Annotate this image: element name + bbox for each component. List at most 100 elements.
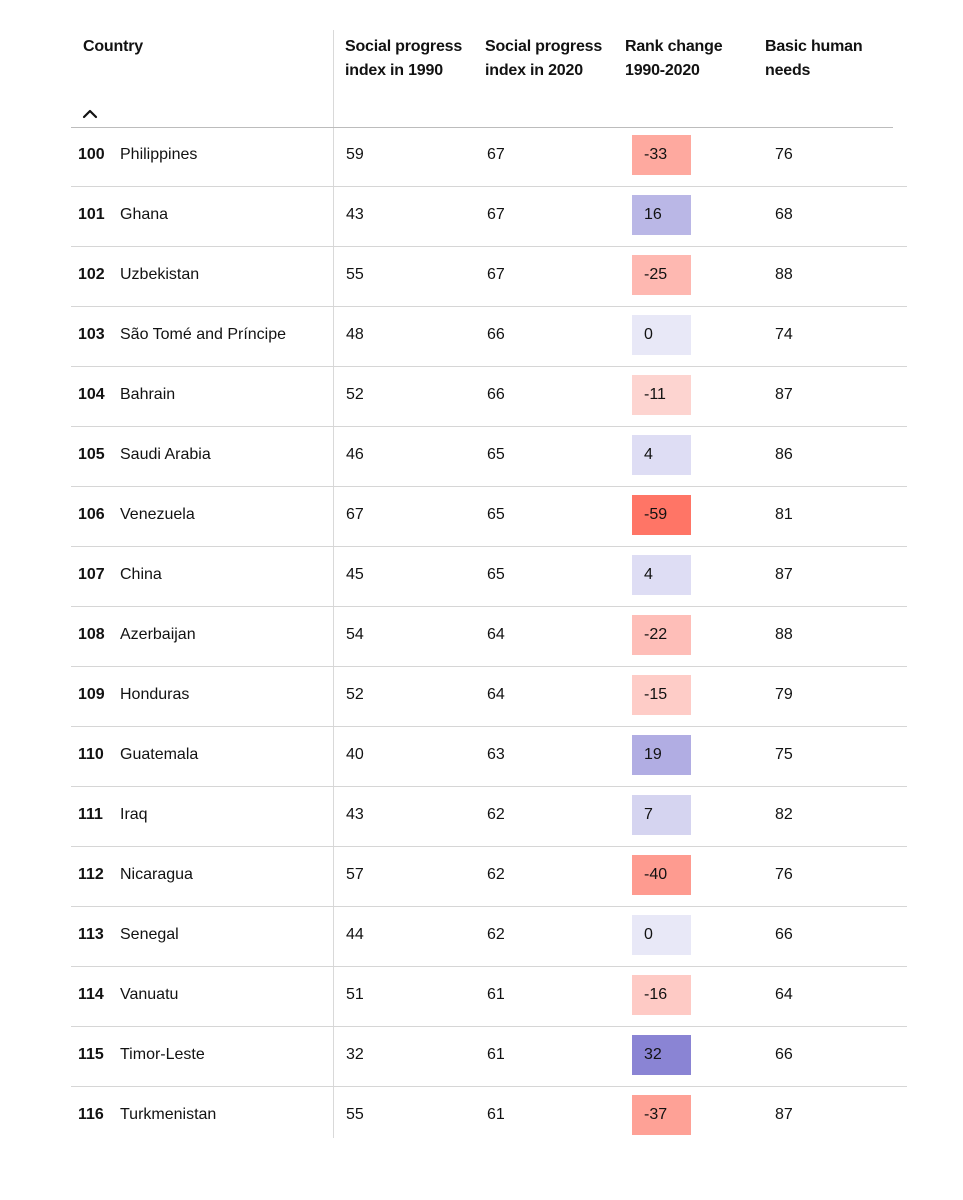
rank-cell: 104 xyxy=(78,386,105,403)
spi-1990-cell: 45 xyxy=(346,566,364,583)
country-cell: Bahrain xyxy=(120,386,176,403)
country-cell: Iraq xyxy=(120,806,148,823)
basic-needs-cell: 88 xyxy=(775,266,793,283)
table-row: 102 Uzbekistan 55 67 88 -25 xyxy=(71,247,907,307)
spi-2020-cell: 67 xyxy=(487,146,505,163)
spi-1990-cell: 43 xyxy=(346,206,364,223)
spi-2020-cell: 65 xyxy=(487,566,505,583)
basic-needs-cell: 88 xyxy=(775,626,793,643)
spi-1990-cell: 48 xyxy=(346,326,364,343)
spi-1990-cell: 55 xyxy=(346,1106,364,1123)
spi-1990-cell: 55 xyxy=(346,266,364,283)
table-row: 103 São Tomé and Príncipe 48 66 74 0 xyxy=(71,307,907,367)
header-rank-change[interactable]: Rank change 1990-2020 xyxy=(625,35,755,83)
spi-1990-cell: 40 xyxy=(346,746,364,763)
basic-needs-cell: 82 xyxy=(775,806,793,823)
country-cell: Philippines xyxy=(120,146,198,163)
rank-cell: 114 xyxy=(78,986,104,1003)
spi-1990-cell: 43 xyxy=(346,806,364,823)
spi-2020-cell: 62 xyxy=(487,806,505,823)
table-row: 109 Honduras 52 64 79 -15 xyxy=(71,667,907,727)
table-row: 104 Bahrain 52 66 87 -11 xyxy=(71,367,907,427)
table-row: 111 Iraq 43 62 82 7 xyxy=(71,787,907,847)
rank-cell: 107 xyxy=(78,566,105,583)
rank-cell: 111 xyxy=(78,806,103,823)
basic-needs-cell: 86 xyxy=(775,446,793,463)
spi-2020-cell: 65 xyxy=(487,446,505,463)
basic-needs-cell: 87 xyxy=(775,386,793,403)
rank-cell: 113 xyxy=(78,926,104,943)
rank-change-cell: -15 xyxy=(632,675,691,715)
country-cell: Timor-Leste xyxy=(120,1046,205,1063)
table-row: 114 Vanuatu 51 61 64 -16 xyxy=(71,967,907,1027)
spi-2020-cell: 67 xyxy=(487,206,505,223)
basic-needs-cell: 66 xyxy=(775,926,793,943)
rank-change-cell: 19 xyxy=(632,735,691,775)
rank-cell: 112 xyxy=(78,866,104,883)
country-cell: Senegal xyxy=(120,926,179,943)
rank-cell: 105 xyxy=(78,446,105,463)
spi-1990-cell: 52 xyxy=(346,386,364,403)
rank-cell: 106 xyxy=(78,506,105,523)
header-country[interactable]: Country xyxy=(83,35,143,59)
country-cell: Guatemala xyxy=(120,746,199,763)
basic-needs-cell: 79 xyxy=(775,686,793,703)
basic-needs-cell: 75 xyxy=(775,746,793,763)
spi-2020-cell: 63 xyxy=(487,746,505,763)
rank-change-cell: 4 xyxy=(632,555,691,595)
country-cell: Honduras xyxy=(120,686,190,703)
spi-1990-cell: 46 xyxy=(346,446,364,463)
table-row: 112 Nicaragua 57 62 76 -40 xyxy=(71,847,907,907)
rank-cell: 100 xyxy=(78,146,105,163)
table-row: 108 Azerbaijan 54 64 88 -22 xyxy=(71,607,907,667)
rank-change-cell: -40 xyxy=(632,855,691,895)
spi-2020-cell: 61 xyxy=(487,986,505,1003)
basic-needs-cell: 74 xyxy=(775,326,793,343)
rank-cell: 102 xyxy=(78,266,105,283)
spi-1990-cell: 51 xyxy=(346,986,364,1003)
rank-cell: 109 xyxy=(78,686,105,703)
country-cell: São Tomé and Príncipe xyxy=(120,326,287,343)
rank-change-cell: 0 xyxy=(632,315,691,355)
spi-2020-cell: 66 xyxy=(487,386,505,403)
rank-change-cell: 7 xyxy=(632,795,691,835)
spi-1990-cell: 57 xyxy=(346,866,364,883)
rank-change-cell: -25 xyxy=(632,255,691,295)
spi-2020-cell: 61 xyxy=(487,1046,505,1063)
country-cell: China xyxy=(120,566,162,583)
spi-2020-cell: 65 xyxy=(487,506,505,523)
rank-change-cell: 16 xyxy=(632,195,691,235)
basic-needs-cell: 87 xyxy=(775,1106,793,1123)
table-body: 100 Philippines 59 67 76 -33 101 Ghana 43 67 68 16 1… xyxy=(71,127,907,1147)
rank-change-cell: -16 xyxy=(632,975,691,1015)
country-cell: Nicaragua xyxy=(120,866,193,883)
rank-change-cell: -11 xyxy=(632,375,691,415)
rank-cell: 110 xyxy=(78,746,104,763)
basic-needs-cell: 64 xyxy=(775,986,793,1003)
country-cell: Ghana xyxy=(120,206,169,223)
spi-1990-cell: 67 xyxy=(346,506,364,523)
basic-needs-cell: 76 xyxy=(775,866,793,883)
table-row: 116 Turkmenistan 55 61 87 -37 xyxy=(71,1087,907,1147)
table-row: 115 Timor-Leste 32 61 66 32 xyxy=(71,1027,907,1087)
country-cell: Venezuela xyxy=(120,506,195,523)
header-spi-1990[interactable]: Social progress index in 1990 xyxy=(345,35,475,83)
header-spi-2020[interactable]: Social progress index in 2020 xyxy=(485,35,615,83)
rank-cell: 101 xyxy=(78,206,105,223)
rank-cell: 116 xyxy=(78,1106,104,1123)
table-row: 106 Venezuela 67 65 81 -59 xyxy=(71,487,907,547)
spi-1990-cell: 32 xyxy=(346,1046,364,1063)
rank-change-cell: -37 xyxy=(632,1095,691,1135)
rank-change-cell: -22 xyxy=(632,615,691,655)
country-cell: Azerbaijan xyxy=(120,626,196,643)
table-row: 110 Guatemala 40 63 75 19 xyxy=(71,727,907,787)
spi-1990-cell: 44 xyxy=(346,926,364,943)
basic-needs-cell: 68 xyxy=(775,206,793,223)
header-basic-needs[interactable]: Basic human needs xyxy=(765,35,895,83)
table-row: 105 Saudi Arabia 46 65 86 4 xyxy=(71,427,907,487)
rank-cell: 103 xyxy=(78,326,105,343)
chevron-up-icon[interactable] xyxy=(80,104,100,124)
basic-needs-cell: 81 xyxy=(775,506,793,523)
rank-change-cell: 4 xyxy=(632,435,691,475)
country-cell: Vanuatu xyxy=(120,986,179,1003)
